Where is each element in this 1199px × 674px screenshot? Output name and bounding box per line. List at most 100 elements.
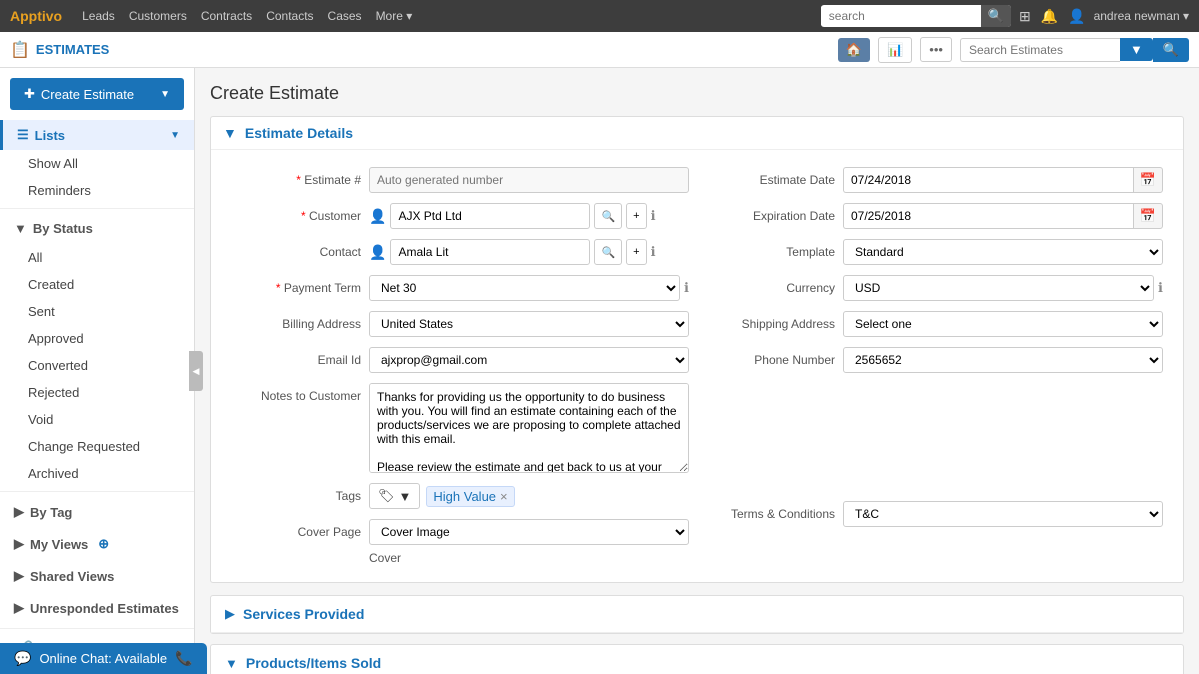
global-search-button[interactable]: 🔍 [981, 5, 1011, 27]
tag-remove-button[interactable]: × [500, 489, 508, 504]
sidebar-by-tag[interactable]: ▶ By Tag [0, 496, 194, 528]
products-header[interactable]: ▼ Products/Items Sold [211, 645, 1183, 674]
payment-term-select[interactable]: Net 30 [369, 275, 680, 301]
contact-input[interactable] [390, 239, 590, 265]
sidebar-status-change-requested[interactable]: Change Requested [0, 433, 194, 460]
sidebar-item-lists[interactable]: ☰ Lists ▼ [0, 120, 194, 150]
home-button[interactable]: 🏠 [838, 38, 870, 62]
sidebar-collapse-button[interactable]: ◀ [189, 351, 203, 391]
sidebar-status-approved[interactable]: Approved [0, 325, 194, 352]
tag-dropdown[interactable]: 🏷 ▼ [369, 483, 420, 509]
expiration-date-input[interactable] [843, 203, 1133, 229]
my-views-add[interactable]: ⊕ [98, 536, 109, 552]
by-status-label: By Status [33, 221, 93, 236]
details-section-body: Estimate # Customer 👤 🔍 + [211, 150, 1183, 582]
online-chat-bar[interactable]: 💬 Online Chat: Available 📞 [0, 643, 207, 674]
user-menu[interactable]: andrea newman ▾ [1094, 9, 1189, 23]
sidebar-status-converted[interactable]: Converted [0, 352, 194, 379]
services-section: ▶ Services Provided [210, 595, 1184, 634]
sidebar-show-all[interactable]: Show All [0, 150, 194, 177]
contact-search-button[interactable]: 🔍 [594, 239, 622, 265]
sidebar-status-rejected[interactable]: Rejected [0, 379, 194, 406]
my-views-label: My Views [30, 537, 88, 552]
customer-search-button[interactable]: 🔍 [594, 203, 622, 229]
billing-address-row: Billing Address United States [223, 306, 697, 342]
shared-views-label: Shared Views [30, 569, 114, 584]
shipping-address-label: Shipping Address [705, 311, 835, 331]
payment-term-info-icon[interactable]: ℹ [684, 280, 689, 296]
services-header[interactable]: ▶ Services Provided [211, 596, 1183, 633]
sidebar-status-void[interactable]: Void [0, 406, 194, 433]
tags-value: 🏷 ▼ High Value × [369, 483, 689, 509]
email-id-value: ajxprop@gmail.com [369, 347, 689, 373]
sidebar-by-status[interactable]: ▼ By Status [0, 213, 194, 244]
payment-term-value: Net 30 ℹ [369, 275, 689, 301]
email-id-label: Email Id [231, 347, 361, 367]
phone-number-row: Phone Number 2565652 [697, 342, 1171, 378]
create-icon: ✚ [24, 86, 35, 102]
estimate-date-calendar-button[interactable]: 📅 [1133, 167, 1163, 193]
services-toggle-icon: ▶ [225, 606, 235, 622]
notes-textarea[interactable]: Thanks for providing us the opportunity … [369, 383, 689, 473]
unresponded-label: Unresponded Estimates [30, 601, 179, 616]
currency-value: USD ℹ [843, 275, 1163, 301]
estimate-date-label: Estimate Date [705, 167, 835, 187]
search-estimates-dropdown[interactable]: ▼ [1120, 38, 1153, 61]
nav-contracts[interactable]: Contracts [201, 9, 252, 23]
sidebar-unresponded[interactable]: ▶ Unresponded Estimates [0, 592, 194, 624]
shipping-address-select[interactable]: Select one [843, 311, 1163, 337]
customer-info-icon[interactable]: ℹ [651, 208, 656, 224]
sidebar-status-created[interactable]: Created [0, 271, 194, 298]
create-dropdown-arrow: ▼ [160, 89, 170, 100]
estimate-details-header[interactable]: ▼ Estimate Details [211, 117, 1183, 150]
customer-add-button[interactable]: + [626, 203, 646, 229]
search-estimates-button[interactable]: 🔍 [1153, 38, 1189, 62]
estimate-number-input[interactable] [369, 167, 689, 193]
nav-more[interactable]: More ▾ [376, 9, 413, 23]
sidebar-status-sent[interactable]: Sent [0, 298, 194, 325]
cover-page-select[interactable]: Cover Image [369, 519, 689, 545]
sidebar-my-views[interactable]: ▶ My Views ⊕ [0, 528, 194, 560]
currency-select[interactable]: USD [843, 275, 1154, 301]
nav-cases[interactable]: Cases [328, 9, 362, 23]
contact-add-button[interactable]: + [626, 239, 646, 265]
by-tag-arrow: ▶ [14, 504, 24, 520]
sidebar-reminders[interactable]: Reminders [0, 177, 194, 204]
bell-icon[interactable]: 🔔 [1041, 8, 1058, 25]
estimate-date-row: Estimate Date 📅 [697, 162, 1171, 198]
template-select[interactable]: Standard [843, 239, 1163, 265]
main-layout: ✚ Create Estimate ▼ ☰ Lists ▼ Show All R… [0, 68, 1199, 674]
estimate-date-input[interactable] [843, 167, 1133, 193]
nav-leads[interactable]: Leads [82, 9, 115, 23]
more-options-button[interactable]: ••• [920, 37, 952, 62]
search-estimates-input[interactable] [960, 38, 1120, 62]
sidebar-shared-views[interactable]: ▶ Shared Views [0, 560, 194, 592]
details-form-grid: Estimate # Customer 👤 🔍 + [223, 162, 1171, 570]
products-section: ▼ Products/Items Sold ↓ Item Image Item … [210, 644, 1184, 674]
details-toggle-icon: ▼ [223, 125, 237, 141]
expiration-date-row: Expiration Date 📅 [697, 198, 1171, 234]
customer-input[interactable] [390, 203, 590, 229]
nav-contacts[interactable]: Contacts [266, 9, 313, 23]
estimate-details-section: ▼ Estimate Details Estimate # C [210, 116, 1184, 583]
chat-icon: 💬 [14, 650, 31, 667]
person-icon[interactable]: 👤 [1068, 8, 1085, 25]
chart-button[interactable]: 📊 [878, 37, 912, 63]
tag-icon: 🏷 [378, 488, 395, 504]
nav-customers[interactable]: Customers [129, 9, 187, 23]
phone-number-select[interactable]: 2565652 [843, 347, 1163, 373]
create-estimate-button[interactable]: ✚ Create Estimate ▼ [10, 78, 184, 110]
cover-note: Cover [369, 551, 401, 565]
top-search-area: 🔍 ⊞ 🔔 👤 andrea newman ▾ [821, 5, 1189, 27]
sidebar-status-all[interactable]: All [0, 244, 194, 271]
expiration-date-calendar-button[interactable]: 📅 [1133, 203, 1163, 229]
grid-icon[interactable]: ⊞ [1019, 8, 1031, 25]
contact-info-icon[interactable]: ℹ [651, 244, 656, 260]
currency-info-icon[interactable]: ℹ [1158, 280, 1163, 296]
global-search-input[interactable] [821, 6, 981, 26]
terms-select[interactable]: T&C [843, 501, 1163, 527]
online-chat-label: Online Chat: Available [39, 651, 167, 666]
sidebar-status-archived[interactable]: Archived [0, 460, 194, 487]
billing-address-select[interactable]: United States [369, 311, 689, 337]
email-id-select[interactable]: ajxprop@gmail.com [369, 347, 689, 373]
